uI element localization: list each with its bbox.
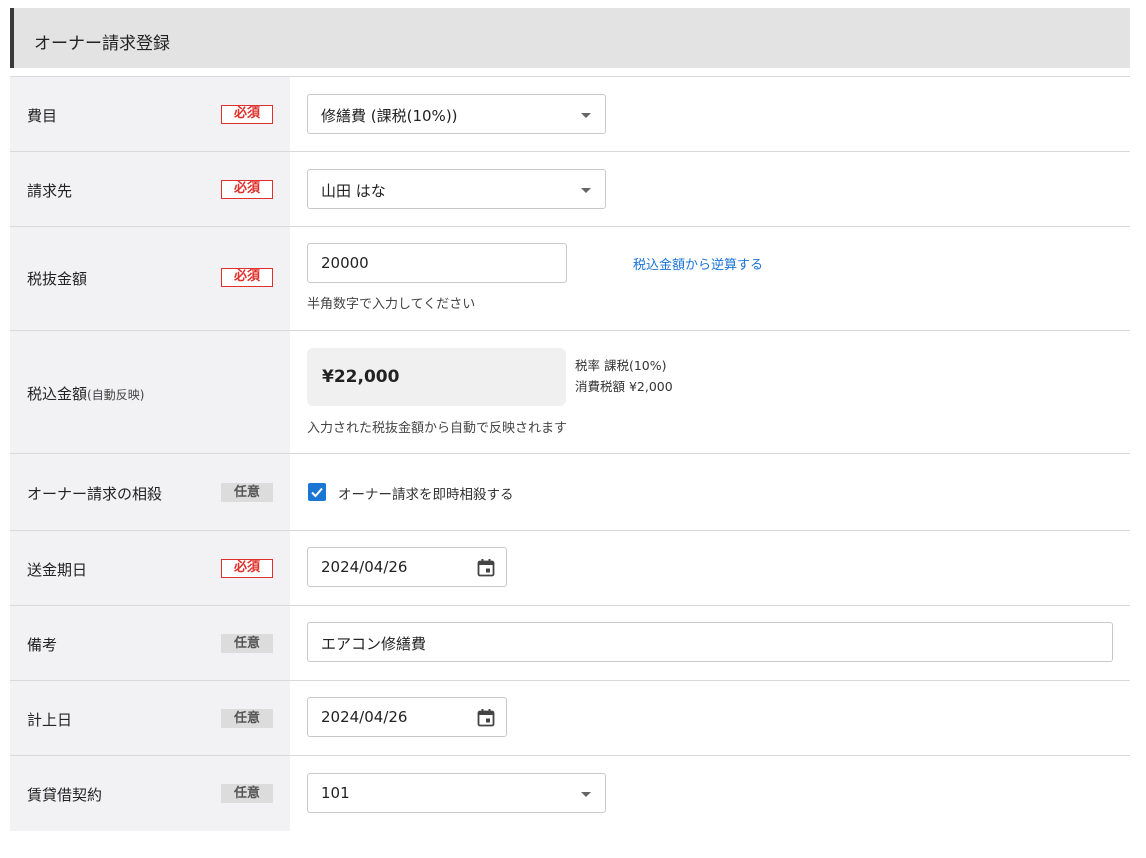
row-expense-item: 費目 必須 修繕費 (課税(10%)) [10, 77, 1130, 152]
select-value: 修繕費 (課税(10%)) [321, 107, 458, 125]
field-label: オーナー請求の相殺 [27, 485, 163, 503]
owner-invoice-form: 費目 必須 修繕費 (課税(10%)) 請求先 必須 山田 はな 税抜金額 必須… [10, 76, 1130, 831]
field-label: 請求先 [27, 182, 73, 200]
select-value: 101 [321, 784, 350, 802]
auto-reflect-hint: 入力された税抜金額から自動で反映されます [307, 421, 568, 436]
expense-item-select[interactable]: 修繕費 (課税(10%)) [307, 94, 606, 134]
label-cell: 送金期日 必須 [10, 531, 290, 605]
chevron-down-icon [581, 188, 591, 193]
required-badge: 必須 [221, 105, 273, 124]
field-label: 費目 [27, 107, 58, 125]
row-remittance-due: 送金期日 必須 2024/04/26 [10, 531, 1130, 606]
lease-contract-select[interactable]: 101 [307, 773, 606, 813]
field-label: 賃貸借契約 [27, 786, 103, 804]
input-value: 20000 [321, 254, 369, 272]
field-label: 計上日 [27, 711, 73, 729]
tax-amount: 消費税額 ¥2,000 [575, 379, 673, 394]
row-lease-contract: 賃貸借契約 任意 101 [10, 756, 1130, 831]
label-cell: オーナー請求の相殺 任意 [10, 454, 290, 530]
label-cell: 請求先 必須 [10, 152, 290, 226]
input-value: 2024/04/26 [321, 558, 408, 576]
row-owner-offset: オーナー請求の相殺 任意 オーナー請求を即時相殺する [10, 454, 1130, 531]
page-title: オーナー請求登録 [34, 34, 170, 54]
field-label-main: 税込金額 [27, 385, 88, 403]
amount-incl-tax-value: ¥22,000 [322, 367, 400, 387]
amount-excl-tax-input[interactable]: 20000 [307, 243, 567, 283]
tax-info: 税率 課税(10%) 消費税額 ¥2,000 [575, 355, 673, 397]
optional-badge: 任意 [221, 634, 273, 653]
checkbox-label[interactable]: オーナー請求を即時相殺する [338, 483, 514, 503]
chevron-down-icon [581, 792, 591, 797]
required-badge: 必須 [221, 180, 273, 199]
amount-incl-tax-display: ¥22,000 [307, 348, 566, 406]
row-amount-incl-tax: 税込金額(自動反映) ¥22,000 税率 課税(10%) 消費税額 ¥2,00… [10, 331, 1130, 454]
chevron-down-icon [581, 113, 591, 118]
field-label: 備考 [27, 636, 58, 654]
select-value: 山田 はな [321, 182, 386, 200]
label-cell: 税抜金額 必須 [10, 227, 290, 330]
required-badge: 必須 [221, 559, 273, 578]
field-label: 税抜金額 [27, 270, 88, 288]
posting-date-input[interactable]: 2024/04/26 [307, 697, 507, 737]
input-value: エアコン修繕費 [321, 635, 427, 653]
input-hint: 半角数字で入力してください [307, 297, 476, 312]
row-posting-date: 計上日 任意 2024/04/26 [10, 681, 1130, 756]
label-cell: 賃貸借契約 任意 [10, 756, 290, 831]
calendar-icon[interactable] [476, 558, 496, 578]
remarks-input[interactable]: エアコン修繕費 [307, 622, 1113, 662]
optional-badge: 任意 [221, 709, 273, 728]
billing-target-select[interactable]: 山田 はな [307, 169, 606, 209]
label-cell: 税込金額(自動反映) [10, 331, 290, 453]
label-cell: 費目 必須 [10, 77, 290, 151]
label-cell: 計上日 任意 [10, 681, 290, 755]
reverse-calc-link[interactable]: 税込金額から逆算する [633, 254, 763, 273]
remittance-due-date-input[interactable]: 2024/04/26 [307, 547, 507, 587]
field-label-sub: (自動反映) [87, 388, 145, 402]
field-label: 送金期日 [27, 561, 88, 579]
calendar-icon[interactable] [476, 708, 496, 728]
immediate-offset-checkbox[interactable] [308, 483, 326, 501]
required-badge: 必須 [221, 268, 273, 287]
row-amount-excl-tax: 税抜金額 必須 20000 税込金額から逆算する 半角数字で入力してください [10, 227, 1130, 331]
owner-invoice-page: オーナー請求登録 費目 必須 修繕費 (課税(10%)) 請求先 必須 山田 は… [0, 0, 1146, 858]
field-label: 税込金額(自動反映) [27, 383, 144, 404]
row-billing-target: 請求先 必須 山田 はな [10, 152, 1130, 227]
optional-badge: 任意 [221, 784, 273, 803]
row-remarks: 備考 任意 エアコン修繕費 [10, 606, 1130, 681]
page-header: オーナー請求登録 [10, 8, 1130, 68]
tax-rate: 税率 課税(10%) [575, 358, 667, 373]
checkmark-icon [311, 487, 323, 498]
optional-badge: 任意 [221, 483, 273, 502]
input-value: 2024/04/26 [321, 708, 408, 726]
label-cell: 備考 任意 [10, 606, 290, 680]
